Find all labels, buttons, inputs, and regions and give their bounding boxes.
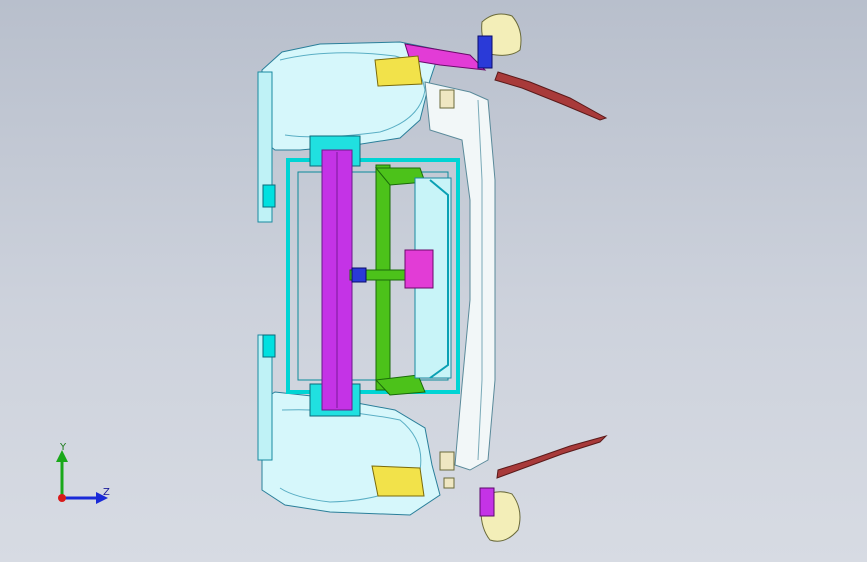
lower-mirror-mount [479, 487, 495, 517]
lower-wiper-arm [496, 435, 608, 479]
lower-hinge-2 [443, 477, 455, 489]
lower-yellow-lamp [371, 465, 425, 497]
axis-z-label: Z [103, 487, 110, 498]
left-clip-2 [262, 334, 276, 358]
axis-y-label: Y [60, 442, 67, 453]
vehicle-front-end-model[interactable] [0, 0, 867, 562]
cad-viewport[interactable]: Y Z [0, 0, 867, 562]
lower-hinge [439, 451, 455, 471]
upper-hinge [439, 89, 455, 109]
upper-mirror-mount [477, 35, 493, 69]
magenta-latch [404, 249, 434, 289]
upper-yellow-lamp [374, 55, 423, 87]
upper-wiper-arm [494, 71, 608, 121]
blue-latch-center [351, 267, 367, 283]
left-clip-1 [262, 184, 276, 208]
